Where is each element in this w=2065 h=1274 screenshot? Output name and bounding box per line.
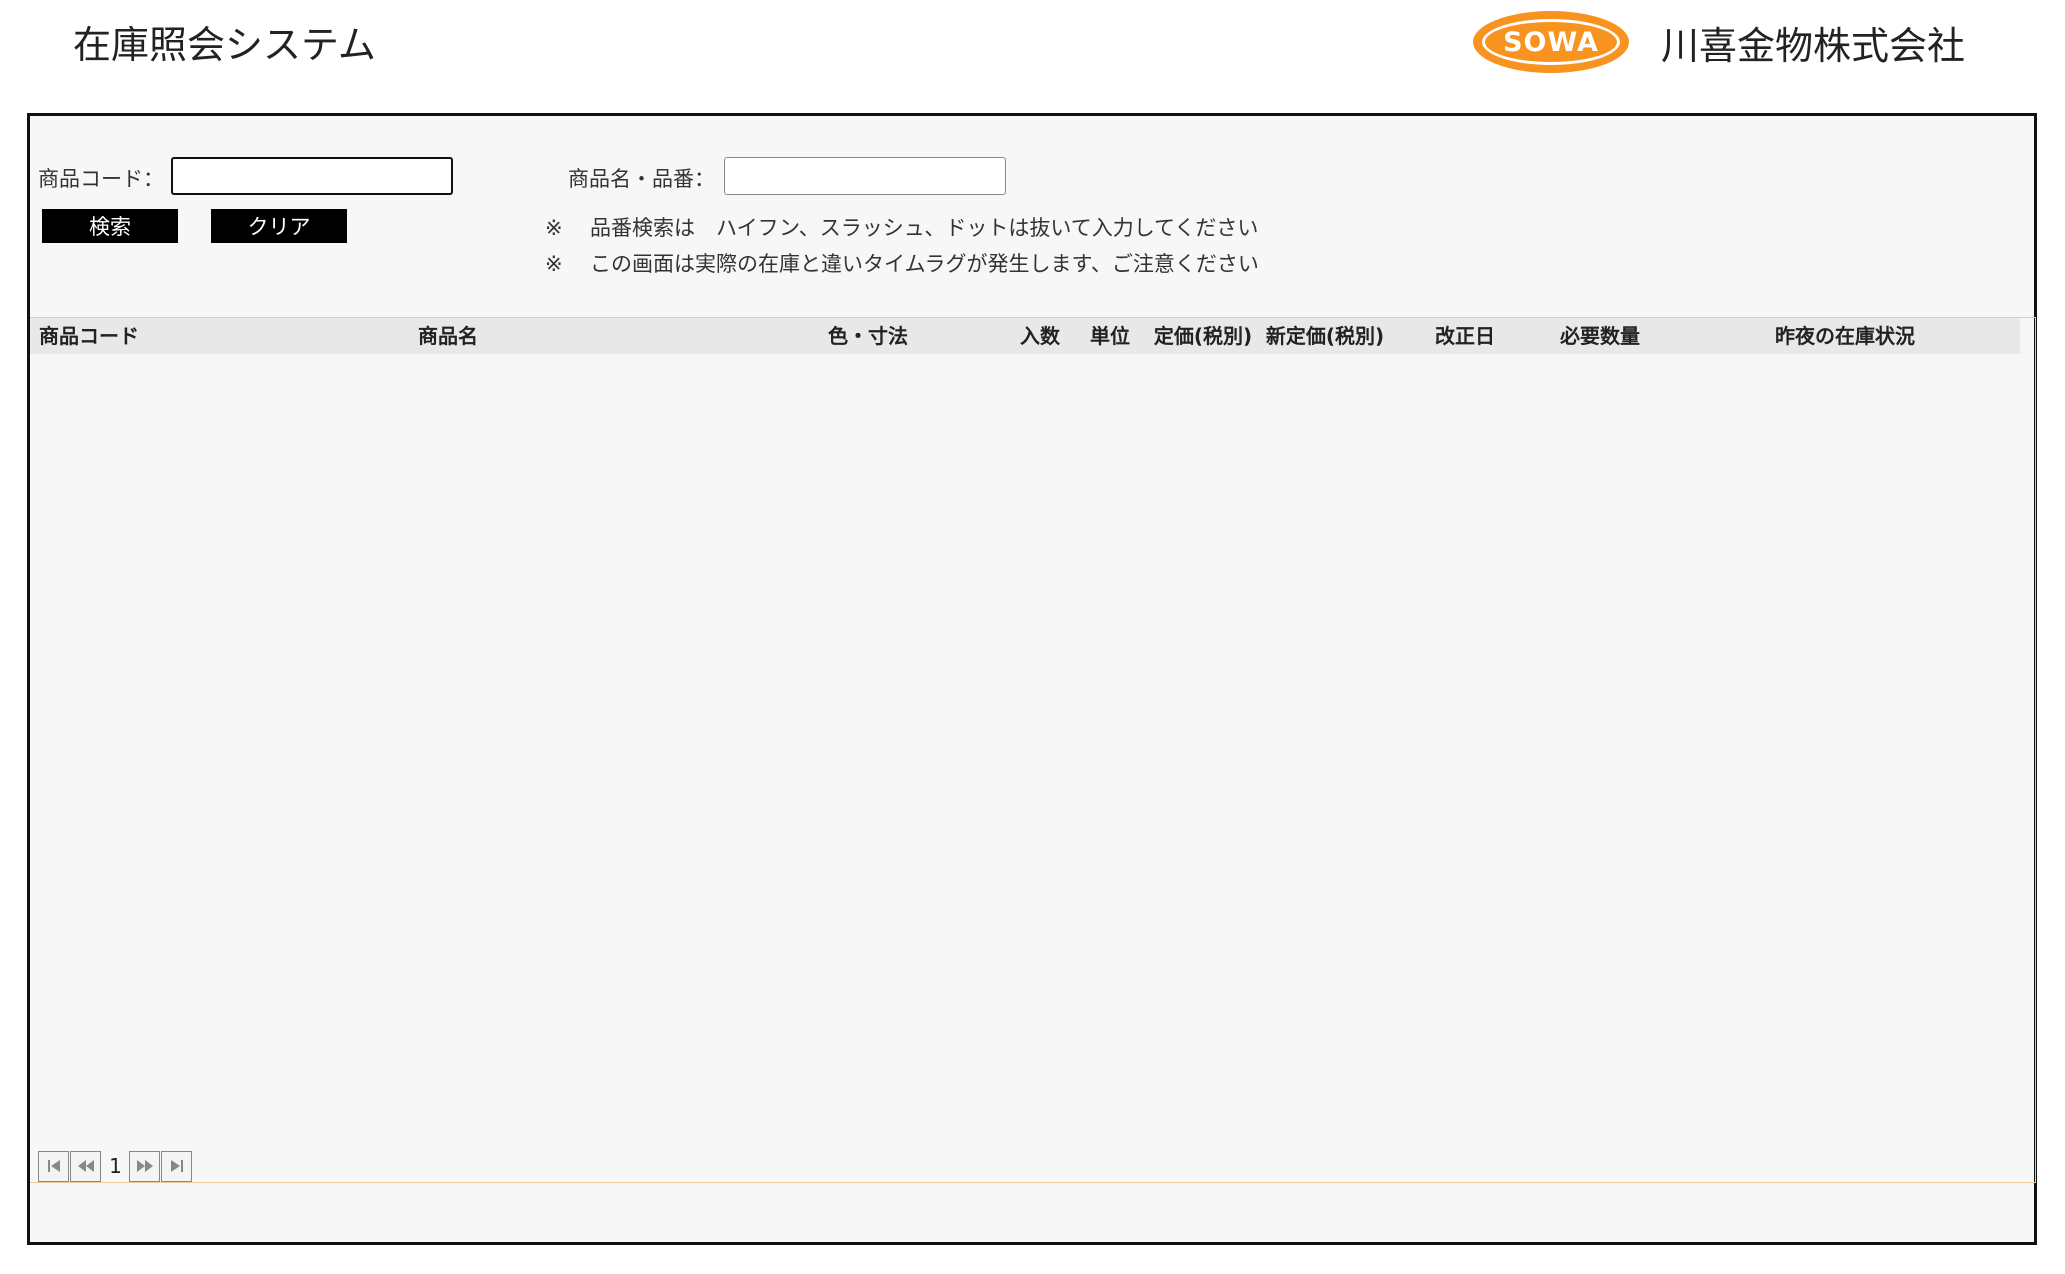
logo-text: SOWA xyxy=(1503,26,1599,58)
note-hyphen: ※ 品番検索は ハイフン、スラッシュ、ドットは抜いて入力してください xyxy=(545,212,1258,242)
note-text: 品番検索は ハイフン、スラッシュ、ドットは抜いて入力してください xyxy=(590,216,1259,240)
grid-body xyxy=(30,354,2020,1144)
company-name: 川喜金物株式会社 xyxy=(1661,23,1966,68)
search-button[interactable]: 検索 xyxy=(42,209,178,243)
clear-button[interactable]: クリア xyxy=(211,209,347,243)
col-stock-status[interactable]: 昨夜の在庫状況 xyxy=(1670,318,2020,354)
note-mark: ※ xyxy=(545,216,563,240)
next-page-icon[interactable] xyxy=(129,1150,160,1182)
code-label: 商品コード： xyxy=(38,167,164,191)
page-number: 1 xyxy=(109,1154,122,1178)
app-title: 在庫照会システム xyxy=(73,23,376,67)
sowa-logo: SOWA xyxy=(1473,11,1629,73)
product-name-input[interactable] xyxy=(724,157,1006,195)
first-page-icon[interactable] xyxy=(38,1150,69,1182)
col-product-code[interactable]: 商品コード xyxy=(30,318,148,354)
grid-header: 商品コード 商品名 色・寸法 入数 単位 定価(税別) 新定価(税別) 改正日 … xyxy=(30,318,2020,354)
pager: 1 xyxy=(38,1149,193,1183)
last-page-icon[interactable] xyxy=(161,1150,192,1182)
results-grid: 商品コード 商品名 色・寸法 入数 単位 定価(税別) 新定価(税別) 改正日 … xyxy=(30,317,2036,1183)
col-unit[interactable]: 単位 xyxy=(1078,318,1142,354)
main-frame: 商品コード： 商品名・品番： 検索 クリア ※ 品番検索は ハイフン、スラッシュ、… xyxy=(27,113,2037,1245)
col-color-size[interactable]: 色・寸法 xyxy=(748,318,988,354)
col-list-price[interactable]: 定価(税別) xyxy=(1146,318,1260,354)
prev-page-icon[interactable] xyxy=(70,1150,101,1182)
col-required-qty[interactable]: 必要数量 xyxy=(1530,318,1670,354)
note-timelag: ※ この画面は実際の在庫と違いタイムラグが発生します、ご注意ください xyxy=(545,248,1259,278)
col-new-list-price[interactable]: 新定価(税別) xyxy=(1260,318,1390,354)
note-text: この画面は実際の在庫と違いタイムラグが発生します、ご注意ください xyxy=(590,252,1259,276)
name-label: 商品名・品番： xyxy=(568,167,715,191)
col-quantity-per[interactable]: 入数 xyxy=(1010,318,1070,354)
note-mark: ※ xyxy=(545,252,563,276)
brand: SOWA 川喜金物株式会社 xyxy=(1473,10,1965,74)
col-product-name[interactable]: 商品名 xyxy=(148,318,748,354)
product-code-input[interactable] xyxy=(171,157,453,195)
col-revision-date[interactable]: 改正日 xyxy=(1400,318,1530,354)
